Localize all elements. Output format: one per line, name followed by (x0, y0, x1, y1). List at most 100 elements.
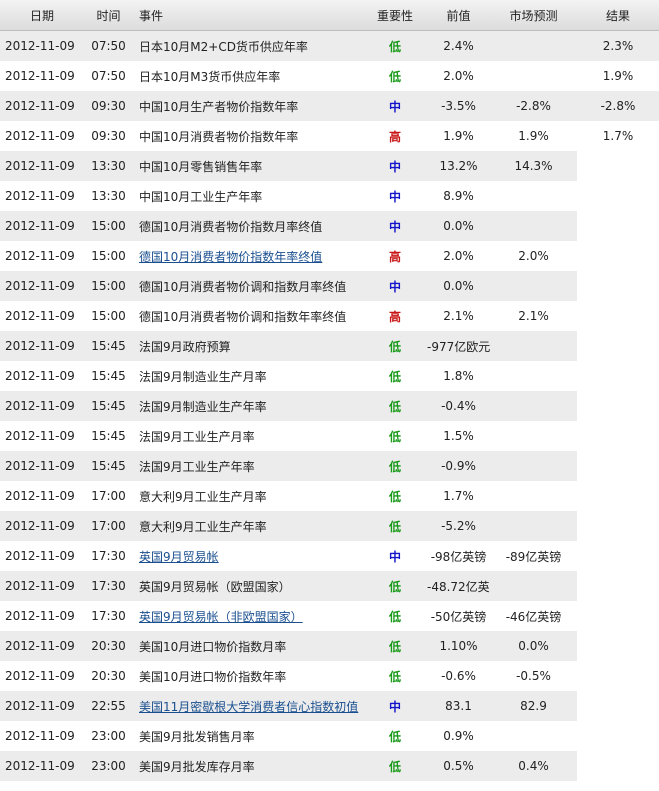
actual-value (577, 271, 659, 301)
date-cell: 2012-11-09 (0, 541, 84, 571)
table-row: 2012-11-09 17:00 意大利9月工业生产年率低 -5.2% (0, 511, 659, 541)
table-row: 2012-11-09 13:30 中国10月零售销售年率中 13.2% 14.3% (0, 151, 659, 181)
header-forecast: 市场预测 (490, 0, 577, 31)
importance-badge: 低 (363, 331, 427, 361)
event-name: 美国10月进口物价指数月率 (133, 631, 363, 661)
actual-value: 2.3% (577, 30, 659, 61)
date-cell: 2012-11-09 (0, 61, 84, 91)
table-row: 2012-11-09 20:30 美国10月进口物价指数月率低 1.10% 0.0% (0, 631, 659, 661)
event-name: 美国9月批发库存月率 (133, 751, 363, 781)
date-cell: 2012-11-09 (0, 631, 84, 661)
importance-badge: 高 (363, 241, 427, 271)
actual-value: 1.7% (577, 121, 659, 151)
time-cell: 15:45 (84, 421, 133, 451)
event-name: 德国10月消费者物价调和指数年率终值 (133, 301, 363, 331)
table-row: 2012-11-09 20:30 美国10月进口物价指数年率低 -0.6% -0.5% (0, 661, 659, 691)
previous-value: 83.1 (427, 691, 490, 721)
importance-badge: 低 (363, 61, 427, 91)
event-cell: 美国11月密歇根大学消费者信心指数初值 (133, 691, 363, 721)
table-row: 2012-11-09 15:45 法国9月工业生产月率低 1.5% (0, 421, 659, 451)
table-row: 2012-11-09 15:00 德国10月消费者物价指数年率终值高 2.0% 2.0% (0, 241, 659, 271)
date-cell: 2012-11-09 (0, 211, 84, 241)
previous-value: 1.5% (427, 421, 490, 451)
event-name: 意大利9月工业生产月率 (133, 481, 363, 511)
table-row: 2012-11-09 15:45 法国9月工业生产年率低 -0.9% (0, 451, 659, 481)
table-row: 2012-11-09 15:00 德国10月消费者物价调和指数年率终值高 2.1% 2.… (0, 301, 659, 331)
previous-value: 0.0% (427, 211, 490, 241)
table-row: 2012-11-09 23:00 美国9月批发销售月率低 0.9% (0, 721, 659, 751)
time-cell: 15:45 (84, 451, 133, 481)
table-row: 2012-11-09 22:55 美国11月密歇根大学消费者信心指数初值中 83.1 8… (0, 691, 659, 721)
forecast-value (490, 211, 577, 241)
importance-badge: 中 (363, 541, 427, 571)
date-cell: 2012-11-09 (0, 661, 84, 691)
importance-badge: 低 (363, 451, 427, 481)
actual-value (577, 721, 659, 751)
importance-badge: 高 (363, 121, 427, 151)
time-cell: 17:30 (84, 541, 133, 571)
table-row: 2012-11-09 09:30 中国10月生产者物价指数年率中 -3.5% -2.8%… (0, 91, 659, 121)
header-importance: 重要性 (363, 0, 427, 31)
time-cell: 17:30 (84, 601, 133, 631)
date-cell: 2012-11-09 (0, 721, 84, 751)
forecast-value: -46亿英镑 (490, 601, 577, 631)
previous-value: 0.5% (427, 751, 490, 781)
actual-value (577, 481, 659, 511)
time-cell: 15:00 (84, 241, 133, 271)
table-row: 2012-11-09 17:30 英国9月贸易帐（非欧盟国家） 低 -50亿英镑 -46亿… (0, 601, 659, 631)
time-cell: 17:00 (84, 481, 133, 511)
forecast-value: 82.9 (490, 691, 577, 721)
table-row: 2012-11-09 15:45 法国9月制造业生产年率低 -0.4% (0, 391, 659, 421)
forecast-value (490, 271, 577, 301)
time-cell: 23:00 (84, 721, 133, 751)
event-name: 中国10月工业生产年率 (133, 181, 363, 211)
header-date: 日期 (0, 0, 84, 31)
importance-badge: 低 (363, 361, 427, 391)
time-cell: 23:00 (84, 751, 133, 781)
event-link[interactable]: 英国9月贸易帐（非欧盟国家） (139, 610, 303, 624)
date-cell: 2012-11-09 (0, 181, 84, 211)
time-cell: 15:00 (84, 271, 133, 301)
forecast-value (490, 481, 577, 511)
actual-value (577, 391, 659, 421)
event-name: 中国10月消费者物价指数年率 (133, 121, 363, 151)
forecast-value: 2.0% (490, 241, 577, 271)
forecast-value (490, 61, 577, 91)
event-name: 德国10月消费者物价指数月率终值 (133, 211, 363, 241)
previous-value: -50亿英镑 (427, 601, 490, 631)
actual-value (577, 631, 659, 661)
event-name: 中国10月零售销售年率 (133, 151, 363, 181)
importance-badge: 低 (363, 751, 427, 781)
actual-value (577, 151, 659, 181)
importance-badge: 中 (363, 181, 427, 211)
importance-badge: 低 (363, 721, 427, 751)
forecast-value (490, 421, 577, 451)
time-cell: 13:30 (84, 181, 133, 211)
table-row: 2012-11-09 17:00 意大利9月工业生产月率低 1.7% (0, 481, 659, 511)
time-cell: 09:30 (84, 121, 133, 151)
table-row: 2012-11-09 15:45 法国9月制造业生产月率低 1.8% (0, 361, 659, 391)
importance-badge: 高 (363, 301, 427, 331)
previous-value: 2.0% (427, 61, 490, 91)
table-row: 2012-11-09 09:30 中国10月消费者物价指数年率高 1.9% 1.9% 1.… (0, 121, 659, 151)
time-cell: 15:00 (84, 301, 133, 331)
event-name: 法国9月制造业生产年率 (133, 391, 363, 421)
actual-value (577, 211, 659, 241)
time-cell: 17:30 (84, 571, 133, 601)
event-link[interactable]: 德国10月消费者物价指数年率终值 (139, 250, 322, 264)
previous-value: -48.72亿英镑 (427, 571, 490, 601)
event-name: 意大利9月工业生产年率 (133, 511, 363, 541)
event-link[interactable]: 英国9月贸易帐 (139, 550, 219, 564)
forecast-value (490, 571, 577, 601)
previous-value: -0.6% (427, 661, 490, 691)
previous-value: -0.9% (427, 451, 490, 481)
event-link[interactable]: 美国11月密歇根大学消费者信心指数初值 (139, 700, 358, 714)
importance-badge: 低 (363, 421, 427, 451)
table-header-row: 日期 时间 事件 重要性 前值 市场预测 结果 (0, 0, 659, 31)
actual-value (577, 601, 659, 631)
time-cell: 15:45 (84, 361, 133, 391)
header-time: 时间 (84, 0, 133, 31)
previous-value: -5.2% (427, 511, 490, 541)
previous-value: 1.10% (427, 631, 490, 661)
actual-value (577, 361, 659, 391)
